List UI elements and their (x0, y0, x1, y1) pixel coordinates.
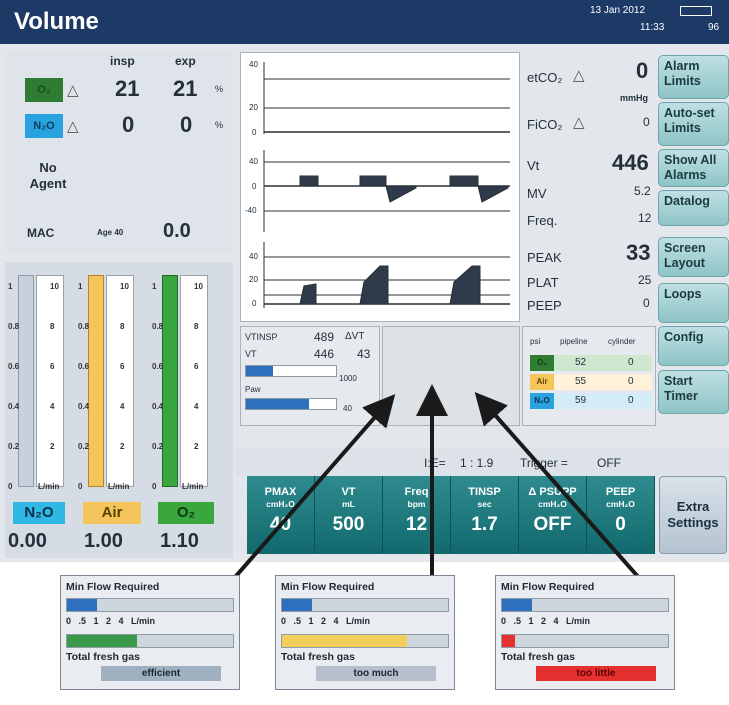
fresh-gas-status: too much (316, 666, 436, 681)
fresh-gas-status: too little (536, 666, 656, 681)
inset-title: Min Flow Required (501, 581, 595, 593)
min-flow-bar (66, 598, 234, 612)
fresh-gas-fill (282, 635, 407, 647)
fresh-gas-fill (502, 635, 516, 647)
inset-title: Min Flow Required (281, 581, 375, 593)
min-flow-bar (281, 598, 449, 612)
inset-title: Min Flow Required (66, 581, 160, 593)
min-flow-fill (282, 599, 312, 611)
flow-scale: 0 .5 1 2 4 L/min (66, 616, 156, 626)
min-flow-fill (67, 599, 97, 611)
flow-scale: 0 .5 1 2 4 L/min (281, 616, 371, 626)
fresh-gas-bar (501, 634, 669, 648)
arrow-right (474, 392, 650, 590)
inset-too-little: Min Flow Required 0 .5 1 2 4 L/min Total… (495, 575, 675, 690)
arrow-left (220, 393, 396, 594)
fresh-gas-label: Total fresh gas (281, 651, 355, 663)
inset-too-much: Min Flow Required 0 .5 1 2 4 L/min Total… (275, 575, 455, 690)
min-flow-fill (502, 599, 532, 611)
flow-scale: 0 .5 1 2 4 L/min (501, 616, 591, 626)
fresh-gas-label: Total fresh gas (501, 651, 575, 663)
inset-efficient: Min Flow Required 0 .5 1 2 4 L/min Total… (60, 575, 240, 690)
fresh-gas-status: efficient (101, 666, 221, 681)
fresh-gas-label: Total fresh gas (66, 651, 140, 663)
fresh-gas-bar (66, 634, 234, 648)
fresh-gas-fill (67, 635, 137, 647)
min-flow-bar (501, 598, 669, 612)
fresh-gas-bar (281, 634, 449, 648)
